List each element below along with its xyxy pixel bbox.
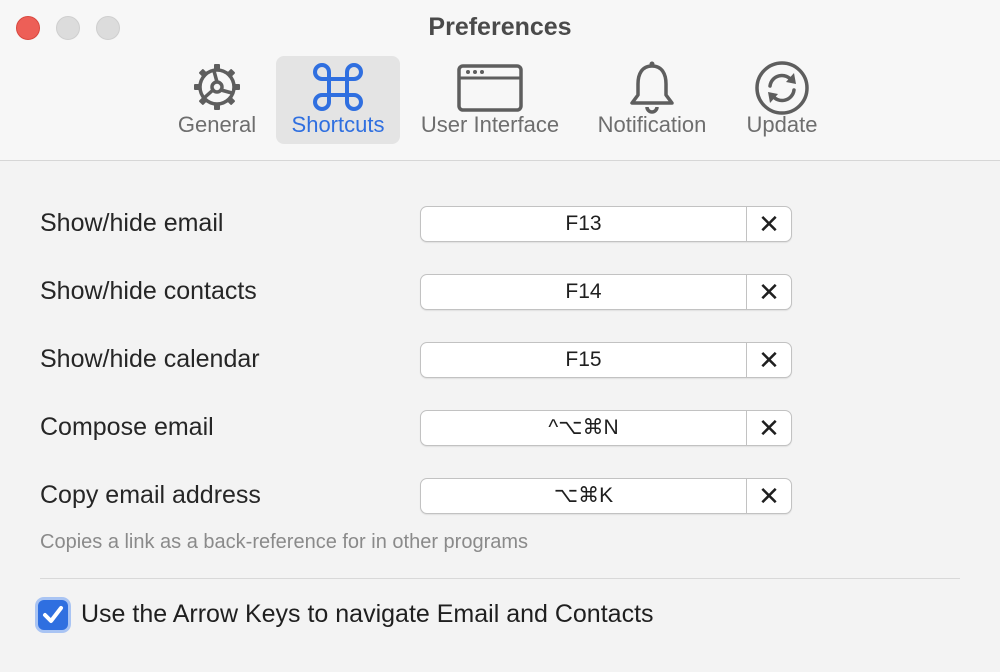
preferences-window: Preferences General Shortcuts User Inter… <box>0 0 1000 672</box>
shortcut-recorder-show-hide-calendar: F15 ✕ <box>420 342 792 378</box>
tab-general-label: General <box>177 112 257 137</box>
window-title: Preferences <box>428 13 572 41</box>
shortcut-recorder-copy-email-address: ⌥⌘K ✕ <box>420 478 792 514</box>
shortcut-field[interactable]: ⌥⌘K <box>421 479 747 513</box>
tab-notification-label: Notification <box>597 112 707 137</box>
shortcut-field[interactable]: F13 <box>421 207 747 241</box>
shortcut-label-compose-email: Compose email <box>40 413 214 441</box>
command-icon <box>310 60 366 120</box>
tab-update[interactable]: Update <box>736 56 828 144</box>
toolbar: Preferences General Shortcuts User Inter… <box>0 0 1000 161</box>
tab-notification[interactable]: Notification <box>588 56 716 144</box>
tab-shortcuts-label: Shortcuts <box>291 112 385 137</box>
tab-update-label: Update <box>746 112 818 137</box>
clear-shortcut-button[interactable]: ✕ <box>747 275 791 309</box>
shortcut-recorder-show-hide-email: F13 ✕ <box>420 206 792 242</box>
shortcut-label-show-hide-email: Show/hide email <box>40 209 224 237</box>
tab-user-interface-label: User Interface <box>420 112 560 137</box>
tab-user-interface[interactable]: User Interface <box>410 56 570 144</box>
arrow-keys-label[interactable]: Use the Arrow Keys to navigate Email and… <box>81 600 654 629</box>
shortcut-field[interactable]: F14 <box>421 275 747 309</box>
tab-general[interactable]: General <box>170 56 264 144</box>
shortcut-label-copy-email-address: Copy email address <box>40 481 261 509</box>
arrow-keys-checkbox[interactable] <box>38 600 68 630</box>
shortcut-field[interactable]: ^⌥⌘N <box>421 411 747 445</box>
checkmark-icon <box>43 606 63 623</box>
shortcut-recorder-show-hide-contacts: F14 ✕ <box>420 274 792 310</box>
divider <box>40 578 960 579</box>
clear-shortcut-button[interactable]: ✕ <box>747 411 791 445</box>
copy-email-hint: Copies a link as a back-reference for in… <box>40 531 529 553</box>
clear-shortcut-button[interactable]: ✕ <box>747 479 791 513</box>
gear-icon <box>190 60 244 120</box>
shortcut-label-show-hide-calendar: Show/hide calendar <box>40 345 260 373</box>
shortcut-recorder-compose-email: ^⌥⌘N ✕ <box>420 410 792 446</box>
shortcut-label-show-hide-contacts: Show/hide contacts <box>40 277 257 305</box>
clear-shortcut-button[interactable]: ✕ <box>747 207 791 241</box>
shortcut-field[interactable]: F15 <box>421 343 747 377</box>
tab-shortcuts[interactable]: Shortcuts <box>276 56 400 144</box>
clear-shortcut-button[interactable]: ✕ <box>747 343 791 377</box>
window-icon <box>457 60 523 120</box>
